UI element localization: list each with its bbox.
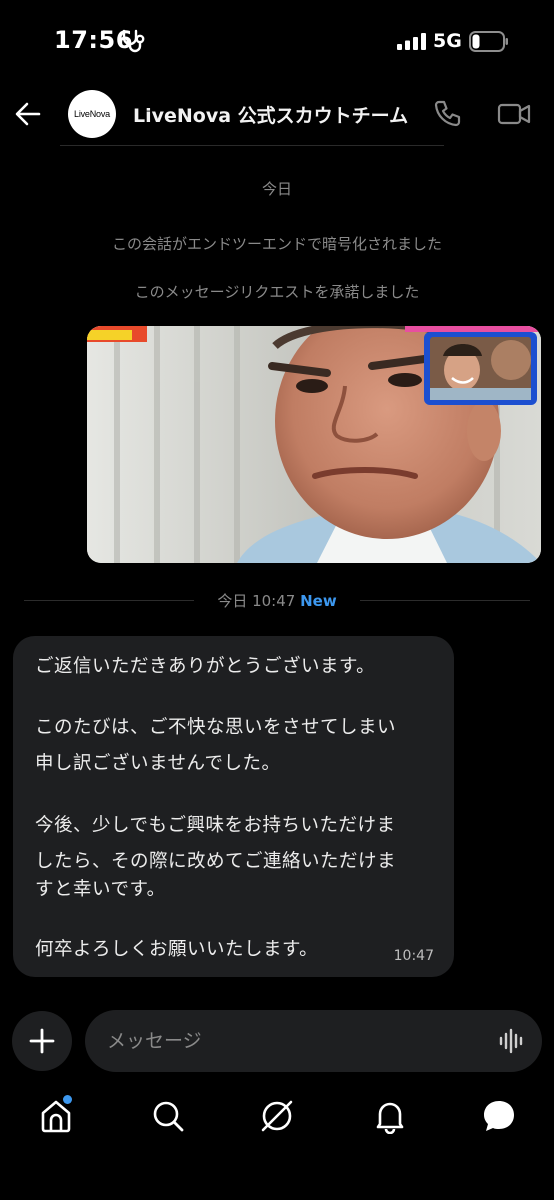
message-line: したら、その際に改めてご連絡いただけま — [35, 851, 397, 872]
back-arrow-icon[interactable] — [12, 98, 44, 130]
header-divider — [60, 145, 444, 146]
date-label: 今日 — [261, 180, 292, 198]
message-line: 今後、少しでもご興味をお持ちいただけま — [35, 815, 396, 836]
new-badge: New — [300, 592, 337, 610]
new-messages-divider: 今日 10:47 New — [24, 590, 530, 610]
request-accepted-notice: このメッセージリクエストを承諾しました — [134, 283, 420, 301]
phone-icon[interactable] — [431, 98, 463, 130]
message-input[interactable] — [107, 1010, 487, 1072]
message-composer — [85, 1010, 542, 1072]
battery-icon — [469, 31, 508, 52]
tv-screenshot-image — [87, 326, 541, 563]
message-line: このたびは、ご不快な思いをさせてしまい — [35, 717, 397, 738]
bell-icon[interactable] — [372, 1098, 408, 1134]
status-bar: 17:56 5G — [0, 0, 554, 84]
stethoscope-icon — [122, 29, 145, 53]
sent-image[interactable] — [87, 326, 541, 563]
encryption-notice: この会話がエンドツーエンドで暗号化されました — [111, 235, 442, 253]
signal-icon — [397, 33, 426, 50]
received-message-bubble[interactable]: ご返信いただきありがとうございます。 このたびは、ご不快な思いをさせてしまい 申… — [13, 636, 454, 977]
chat-header: LiveNova LiveNova 公式スカウトチーム — [0, 84, 554, 146]
message-line: 申し訳ございませんでした。 — [35, 753, 281, 774]
notification-dot — [63, 1095, 72, 1104]
voice-message-icon[interactable] — [498, 1027, 526, 1055]
divider-timestamp: 今日 10:47 — [217, 592, 296, 610]
search-icon[interactable] — [150, 1098, 186, 1134]
add-attachment-button[interactable] — [12, 1011, 72, 1071]
message-line: 何卒よろしくお願いいたします。 — [35, 939, 319, 960]
chat-icon[interactable] — [481, 1098, 517, 1134]
network-type: 5G — [433, 30, 462, 52]
chat-title[interactable]: LiveNova 公式スカウトチーム — [133, 101, 408, 128]
plus-icon — [29, 1028, 55, 1054]
message-line: ご返信いただきありがとうございます。 — [35, 656, 376, 677]
message-line: すと幸いです。 — [35, 879, 166, 900]
explore-icon[interactable] — [259, 1098, 295, 1134]
message-timestamp: 10:47 — [393, 948, 434, 964]
divider-label: 今日 10:47 New — [24, 590, 530, 611]
video-camera-icon[interactable] — [497, 99, 531, 129]
avatar[interactable]: LiveNova — [68, 90, 116, 138]
avatar-logo-text: LiveNova — [74, 109, 110, 119]
